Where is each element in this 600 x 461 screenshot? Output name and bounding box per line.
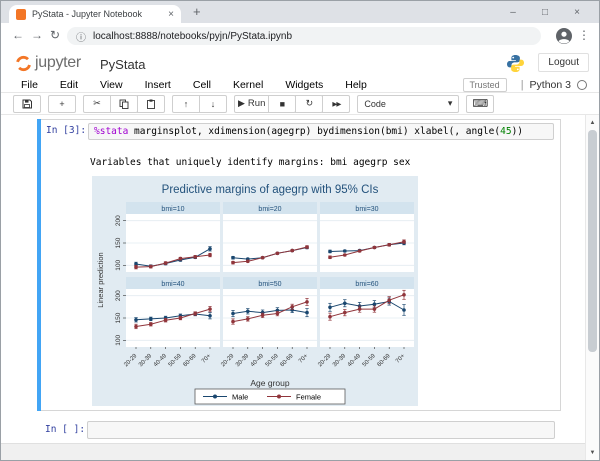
scrollbar-down-icon[interactable]: ▼ — [586, 446, 599, 459]
new-tab-button[interactable]: + — [193, 4, 201, 19]
svg-text:Female: Female — [296, 393, 321, 402]
notebook-favicon-icon — [16, 9, 26, 20]
vertical-scrollbar[interactable]: ▲ ▼ — [585, 115, 599, 460]
empty-code-cell[interactable]: In [ ]: — [37, 419, 561, 442]
svg-text:bmi=20: bmi=20 — [258, 206, 281, 213]
command-palette-button[interactable]: ⌨ — [466, 95, 494, 113]
cell-selection-bar — [37, 119, 41, 411]
cell-type-value: Code — [364, 99, 386, 109]
play-icon: ▶ — [238, 98, 245, 109]
browser-title-bar: PyStata - Jupyter Notebook × + – □ × — [1, 1, 599, 23]
jupyter-header: jupyter PyStata Logout — [1, 49, 599, 78]
move-cell-up-button[interactable]: ↑ — [172, 95, 200, 113]
kernel-name: Python 3 — [530, 79, 571, 91]
scrollbar-thumb[interactable] — [588, 130, 597, 352]
code-cell[interactable]: In [3]: %stata marginsplot, xdimension(a… — [37, 119, 561, 411]
svg-text:200: 200 — [115, 215, 122, 226]
page-info-icon[interactable]: ⓘ — [76, 29, 86, 44]
svg-text:bmi=60: bmi=60 — [355, 281, 378, 288]
trusted-badge[interactable]: Trusted — [463, 78, 507, 92]
copy-cell-button[interactable] — [110, 95, 138, 113]
notebook-title[interactable]: PyStata — [100, 57, 146, 72]
reload-button[interactable]: ↻ — [50, 28, 60, 42]
svg-text:bmi=50: bmi=50 — [258, 281, 281, 288]
paste-cell-button[interactable] — [137, 95, 165, 113]
input-prompt: In [3]: — [46, 125, 86, 136]
empty-input-prompt: In [ ]: — [45, 424, 85, 435]
stata-chart-output: Predictive margins of agegrp with 95% CI… — [92, 176, 418, 406]
svg-text:Age group: Age group — [250, 378, 289, 388]
svg-text:100: 100 — [115, 259, 122, 270]
add-cell-button[interactable]: + — [48, 95, 76, 113]
empty-code-input[interactable] — [87, 421, 555, 439]
code-number: 45 — [500, 126, 511, 137]
restart-run-all-button[interactable]: ▶▶ — [322, 95, 350, 113]
menu-item-widgets[interactable]: Widgets — [285, 79, 323, 91]
window-close-button[interactable]: × — [561, 1, 593, 23]
browser-tab[interactable]: PyStata - Jupyter Notebook × — [9, 5, 181, 23]
menu-item-file[interactable]: File — [21, 79, 38, 91]
svg-text:Linear prediction: Linear prediction — [96, 252, 105, 307]
notebook-toolbar: + ✂ ↑ ↓ ▶Run ■ ↻ ▶▶ Code ▾ ⌨ — [1, 93, 599, 115]
menu-item-view[interactable]: View — [100, 79, 123, 91]
run-label: Run — [248, 98, 265, 109]
cut-cell-button[interactable]: ✂ — [83, 95, 111, 113]
notebook-menu-bar: File Edit View Insert Cell Kernel Widget… — [1, 78, 599, 93]
svg-text:100: 100 — [115, 334, 122, 345]
code-input[interactable]: %stata marginsplot, xdimension(agegrp) b… — [88, 123, 554, 140]
code-body: marginsplot, xdimension(agegrp) bydimens… — [128, 126, 500, 137]
svg-text:Predictive margins of agegrp w: Predictive margins of agegrp with 95% CI… — [162, 184, 379, 196]
svg-text:bmi=30: bmi=30 — [355, 206, 378, 213]
save-button[interactable] — [13, 95, 41, 113]
menu-item-edit[interactable]: Edit — [60, 79, 78, 91]
kernel-separator: | — [521, 79, 524, 91]
url-text: localhost:8888/notebooks/pyjn/PyStata.ip… — [93, 31, 292, 42]
cell-type-select[interactable]: Code ▾ — [357, 95, 459, 113]
svg-text:150: 150 — [115, 312, 122, 323]
menu-item-cell[interactable]: Cell — [193, 79, 211, 91]
tab-title: PyStata - Jupyter Notebook — [32, 9, 164, 19]
jupyter-logo-text[interactable]: jupyter — [35, 54, 81, 72]
address-input[interactable]: ⓘ localhost:8888/notebooks/pyjn/PyStata.… — [67, 27, 541, 45]
kernel-status-icon — [577, 80, 587, 90]
svg-text:bmi=10: bmi=10 — [161, 206, 184, 213]
scrollbar-up-icon[interactable]: ▲ — [586, 116, 599, 129]
window-minimize-button[interactable]: – — [497, 1, 529, 23]
python-logo-icon — [506, 54, 525, 78]
menu-item-kernel[interactable]: Kernel — [233, 79, 263, 91]
tab-close-icon[interactable]: × — [168, 9, 174, 20]
restart-kernel-button[interactable]: ↻ — [295, 95, 323, 113]
profile-avatar[interactable] — [556, 28, 572, 49]
svg-text:150: 150 — [115, 237, 122, 248]
browser-menu-icon[interactable]: ⋮ — [578, 28, 590, 42]
run-button[interactable]: ▶Run — [234, 95, 269, 113]
code-tail: )) — [512, 126, 523, 137]
window-maximize-button[interactable]: □ — [529, 1, 561, 23]
menu-item-help[interactable]: Help — [345, 79, 367, 91]
logout-button[interactable]: Logout — [538, 53, 589, 72]
forward-button[interactable]: → — [31, 28, 43, 42]
chevron-down-icon: ▾ — [448, 98, 453, 109]
back-button[interactable]: ← — [12, 28, 24, 42]
svg-text:Male: Male — [232, 393, 248, 402]
jupyter-logo-icon[interactable] — [15, 55, 32, 77]
move-cell-down-button[interactable]: ↓ — [199, 95, 227, 113]
notebook-area: In [3]: %stata marginsplot, xdimension(a… — [1, 115, 599, 460]
svg-text:200: 200 — [115, 290, 122, 301]
stop-button[interactable]: ■ — [268, 95, 296, 113]
keyboard-icon: ⌨ — [472, 97, 488, 110]
page-bottom-margin — [1, 443, 599, 460]
cell-output-text: Variables that uniquely identify margins… — [90, 157, 410, 168]
svg-text:bmi=40: bmi=40 — [161, 281, 184, 288]
menu-item-insert[interactable]: Insert — [145, 79, 171, 91]
browser-url-bar: ← → ↻ ⓘ localhost:8888/notebooks/pyjn/Py… — [1, 23, 599, 50]
code-magic: %stata — [94, 126, 128, 137]
